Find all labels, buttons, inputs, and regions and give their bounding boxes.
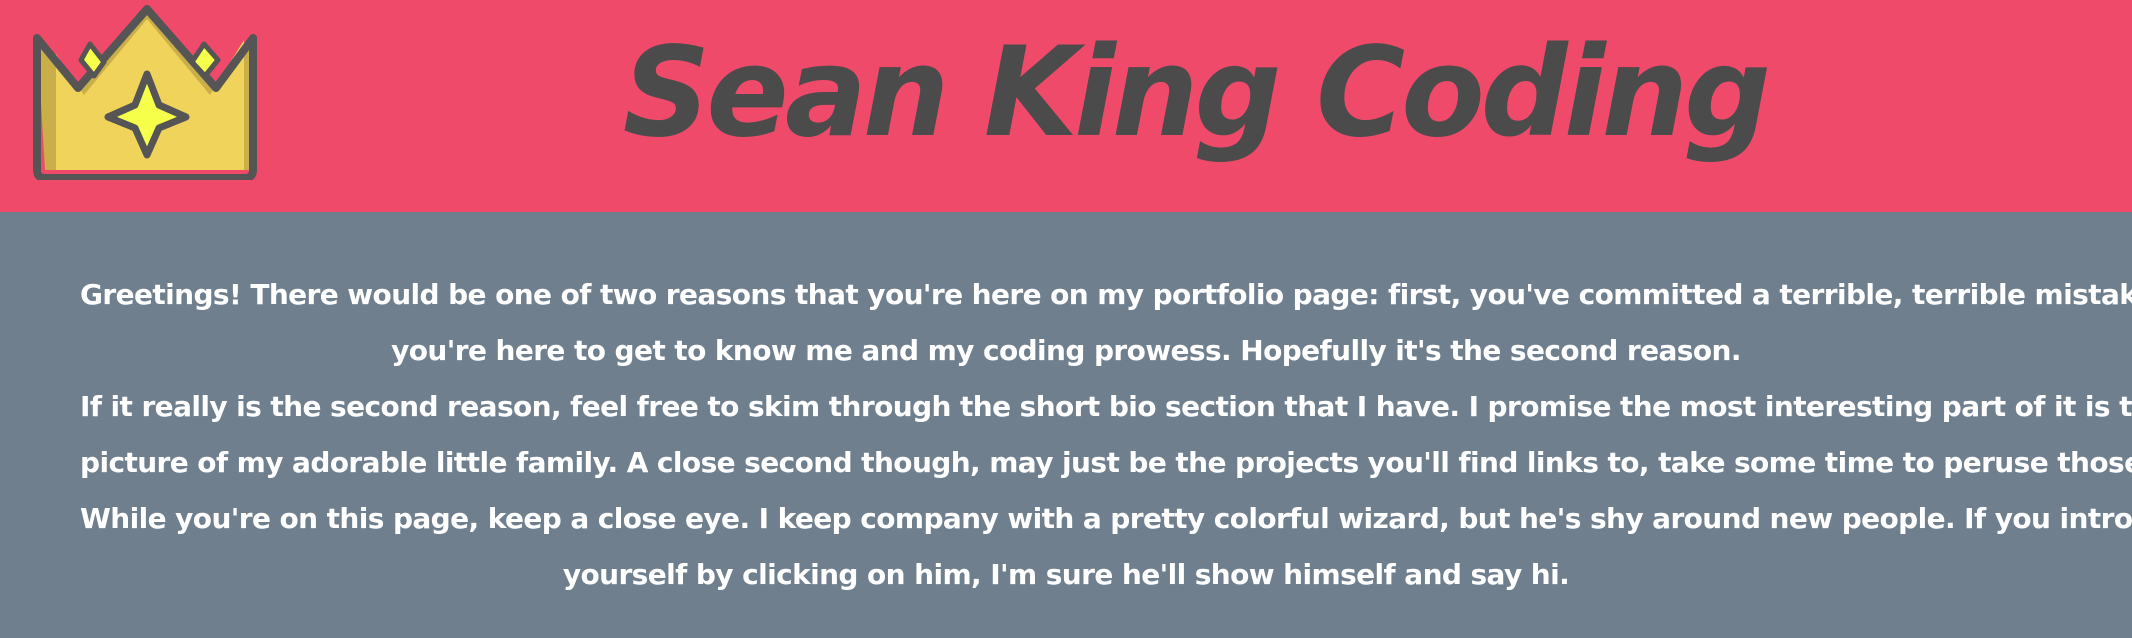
site-header: Sean King Coding (0, 0, 2132, 212)
intro-line: Greetings! There would be one of two rea… (80, 278, 2132, 311)
intro-line: picture of my adorable little family. A … (80, 446, 2132, 479)
site-title: Sean King Coding (622, 21, 1771, 165)
intro-line: While you're on this page, keep a close … (80, 502, 2132, 535)
intro-text: Greetings! There would be one of two rea… (80, 267, 2132, 603)
crown-logo (32, 4, 258, 180)
portfolio-page: Sean King Coding Greetings! There would … (0, 0, 2132, 638)
crown-icon (33, 5, 257, 180)
intro-line: yourself by clicking on him, I'm sure he… (562, 558, 1570, 591)
intro-section: Greetings! There would be one of two rea… (0, 212, 2132, 638)
intro-line: you're here to get to know me and my cod… (391, 334, 1741, 367)
intro-line: If it really is the second reason, feel … (80, 390, 2132, 423)
